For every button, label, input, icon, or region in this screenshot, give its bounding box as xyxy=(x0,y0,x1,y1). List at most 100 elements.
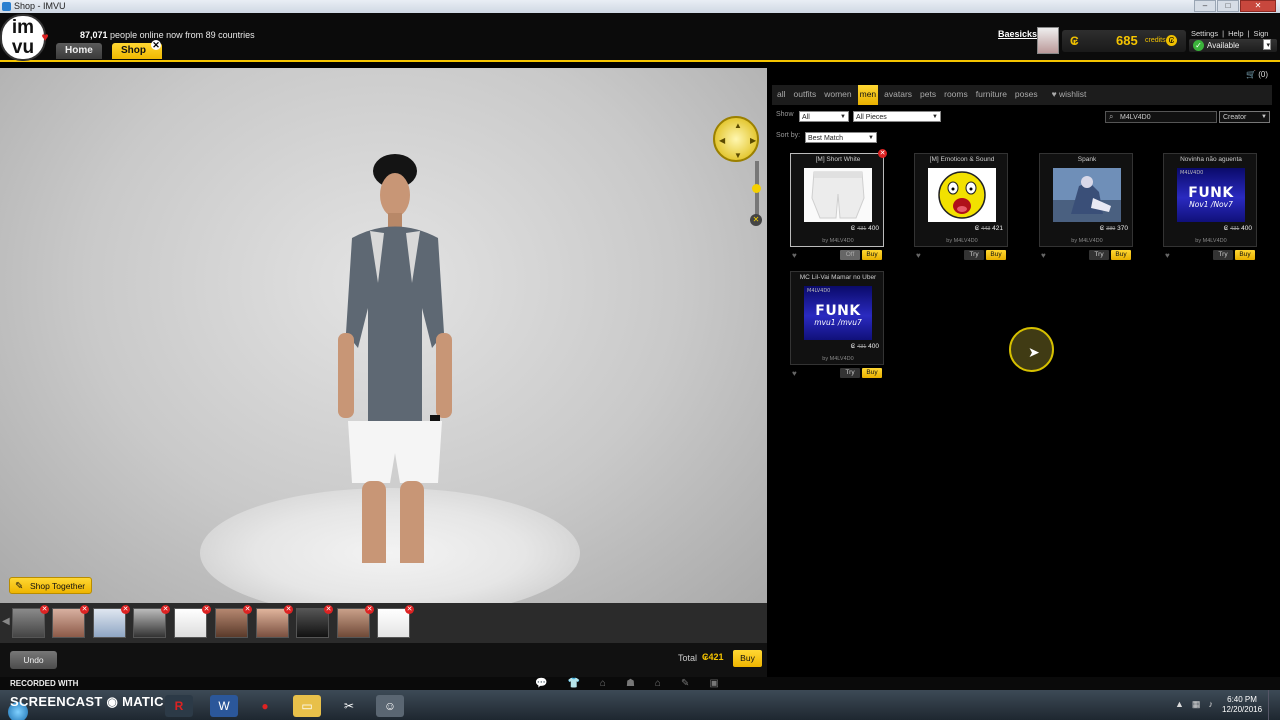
remove-icon[interactable]: ✕ xyxy=(40,605,49,614)
product-thumb[interactable]: Novinha não aguenta M4LV4D0 FUNK Nov1 /N… xyxy=(1163,153,1257,247)
scroll-left-icon[interactable]: ◀ xyxy=(2,616,10,627)
record-taskbar-icon[interactable]: ● xyxy=(251,695,279,717)
zoom-slider-handle[interactable] xyxy=(752,184,761,193)
worn-item[interactable]: ✕ xyxy=(174,605,211,638)
product-card[interactable]: Novinha não aguenta M4LV4D0 FUNK Nov1 /N… xyxy=(1163,153,1257,265)
worn-item[interactable]: ✕ xyxy=(296,605,333,638)
buy-all-button[interactable]: Buy xyxy=(733,650,762,667)
add-credits-icon[interactable]: ₢ xyxy=(1166,35,1177,46)
camera-icon[interactable]: ▣ xyxy=(709,678,718,689)
product-card[interactable]: [M] Short White ₢ 431 400 by M4LV4D0 ✕ ♥… xyxy=(790,149,887,265)
remove-icon[interactable]: ✕ xyxy=(324,605,333,614)
worn-item[interactable]: ✕ xyxy=(215,605,252,638)
zoom-reset-icon[interactable]: ✕ xyxy=(750,214,762,226)
undo-button[interactable]: Undo xyxy=(10,651,57,669)
home-icon[interactable]: ⌂ xyxy=(655,678,661,689)
buy-button[interactable]: Buy xyxy=(1111,250,1131,260)
remove-icon[interactable]: ✕ xyxy=(202,605,211,614)
settings-link[interactable]: Settings xyxy=(1189,29,1220,38)
product-card[interactable]: Spank ₢ 389 370 by M4LV4D0 ♥ Try Buy xyxy=(1039,153,1133,265)
tab-men[interactable]: men xyxy=(857,85,879,105)
search-scope-dropdown[interactable]: Creator ▼ xyxy=(1219,111,1270,123)
chat-icon[interactable]: 💬 xyxy=(535,678,547,689)
tab-wishlist[interactable]: ♥ wishlist xyxy=(1050,85,1089,105)
wishlist-heart-icon[interactable]: ♥ xyxy=(792,251,797,260)
credits-box[interactable]: ₢ 685 credits ₢ xyxy=(1062,30,1186,52)
remove-icon[interactable]: ✕ xyxy=(284,605,293,614)
close-tab-icon[interactable]: ✕ xyxy=(151,40,161,50)
buy-button[interactable]: Buy xyxy=(1235,250,1255,260)
product-card[interactable]: [M] Emoticon & Sound ₢ 443 421 by M4LV4D… xyxy=(914,153,1008,265)
wishlist-heart-icon[interactable]: ♥ xyxy=(916,251,921,260)
show-desktop-button[interactable] xyxy=(1268,690,1280,720)
arrow-right-icon[interactable]: ▶ xyxy=(750,136,756,145)
try-button[interactable]: Try xyxy=(840,368,860,378)
avatar[interactable] xyxy=(1037,27,1059,54)
product-thumb[interactable]: MC Lil-Vai Mamar no Uber M4LV4D0 FUNK mv… xyxy=(790,271,884,365)
tab-rooms[interactable]: rooms xyxy=(942,85,970,105)
buy-button[interactable]: Buy xyxy=(986,250,1006,260)
try-button[interactable]: Off xyxy=(840,250,860,260)
shirt-icon[interactable]: 👕 xyxy=(567,678,579,689)
imvu-logo[interactable]: im vu ♥ xyxy=(0,14,49,61)
sort-dropdown[interactable]: Best Match ▼ xyxy=(805,132,877,143)
worn-item[interactable]: ✕ xyxy=(377,605,414,638)
worn-item[interactable]: ✕ xyxy=(52,605,89,638)
creator-link[interactable]: by M4LV4D0 xyxy=(915,238,1009,244)
arrow-left-icon[interactable]: ◀ xyxy=(719,136,725,145)
tab-all[interactable]: all xyxy=(775,85,788,105)
tab-outfits[interactable]: outfits xyxy=(792,85,819,105)
buy-button[interactable]: Buy xyxy=(862,368,882,378)
hanger-icon[interactable]: ⌂ xyxy=(600,678,606,689)
wishlist-heart-icon[interactable]: ♥ xyxy=(1165,251,1170,260)
shop-together-button[interactable]: ✎ Shop Together xyxy=(9,577,92,594)
try-button[interactable]: Try xyxy=(1089,250,1109,260)
show-dropdown[interactable]: All ▼ xyxy=(799,111,849,122)
search-input[interactable]: ⌕ M4LV4D0 xyxy=(1105,111,1217,123)
product-card[interactable]: MC Lil-Vai Mamar no Uber M4LV4D0 FUNK mv… xyxy=(790,271,884,383)
creator-link[interactable]: by M4LV4D0 xyxy=(1164,238,1258,244)
tab-women[interactable]: women xyxy=(822,85,853,105)
clock[interactable]: 6:40 PM 12/20/2016 xyxy=(1222,695,1262,715)
buy-button[interactable]: Buy xyxy=(862,250,882,260)
pose-icon[interactable]: ☗ xyxy=(626,678,635,689)
creator-link[interactable]: by M4LV4D0 xyxy=(791,356,885,362)
wishlist-heart-icon[interactable]: ♥ xyxy=(792,369,797,378)
avatar-stage[interactable]: ▲ ▼ ◀ ▶ ✕ ✎ Shop Together xyxy=(0,68,767,603)
remove-icon[interactable]: ✕ xyxy=(161,605,170,614)
worn-item[interactable]: ✕ xyxy=(256,605,293,638)
username-link[interactable]: Baesicks xyxy=(998,29,1037,39)
tab-avatars[interactable]: avatars xyxy=(882,85,914,105)
imvu-taskbar-icon[interactable]: ☺ xyxy=(376,695,404,717)
help-link[interactable]: Help xyxy=(1226,29,1245,38)
close-icon[interactable]: ✕ xyxy=(878,149,887,158)
try-button[interactable]: Try xyxy=(964,250,984,260)
tab-home[interactable]: Home xyxy=(56,43,102,59)
remove-icon[interactable]: ✕ xyxy=(80,605,89,614)
snipping-taskbar-icon[interactable]: ✂ xyxy=(335,695,363,717)
camera-control[interactable]: ▲ ▼ ◀ ▶ xyxy=(713,116,759,162)
tab-shop[interactable]: Shop ✕ xyxy=(112,40,162,59)
creator-link[interactable]: by M4LV4D0 xyxy=(791,238,885,244)
creator-link[interactable]: by M4LV4D0 xyxy=(1040,238,1134,244)
tab-poses[interactable]: poses xyxy=(1013,85,1040,105)
status-dropdown[interactable]: ✓ Available ▾ xyxy=(1189,39,1277,52)
tab-pets[interactable]: pets xyxy=(918,85,938,105)
tab-furniture[interactable]: furniture xyxy=(974,85,1009,105)
minimize-button[interactable]: – xyxy=(1194,0,1216,12)
brush-icon[interactable]: ✎ xyxy=(681,678,689,689)
tray-expand-icon[interactable]: ▲ xyxy=(1175,699,1184,710)
remove-icon[interactable]: ✕ xyxy=(405,605,414,614)
worn-item[interactable]: ✕ xyxy=(93,605,130,638)
volume-icon[interactable]: ♪ xyxy=(1208,699,1213,710)
worn-item[interactable]: ✕ xyxy=(337,605,374,638)
folder-taskbar-icon[interactable]: ▭ xyxy=(293,695,321,717)
word-taskbar-icon[interactable]: W xyxy=(210,695,238,717)
worn-item[interactable]: ✕ xyxy=(133,605,170,638)
arrow-down-icon[interactable]: ▼ xyxy=(734,151,742,160)
worn-item[interactable]: ✕ xyxy=(12,605,49,638)
wishlist-heart-icon[interactable]: ♥ xyxy=(1041,251,1046,260)
remove-icon[interactable]: ✕ xyxy=(243,605,252,614)
close-button[interactable]: ✕ xyxy=(1240,0,1276,12)
cart[interactable]: 🛒 (0) xyxy=(1246,70,1268,79)
